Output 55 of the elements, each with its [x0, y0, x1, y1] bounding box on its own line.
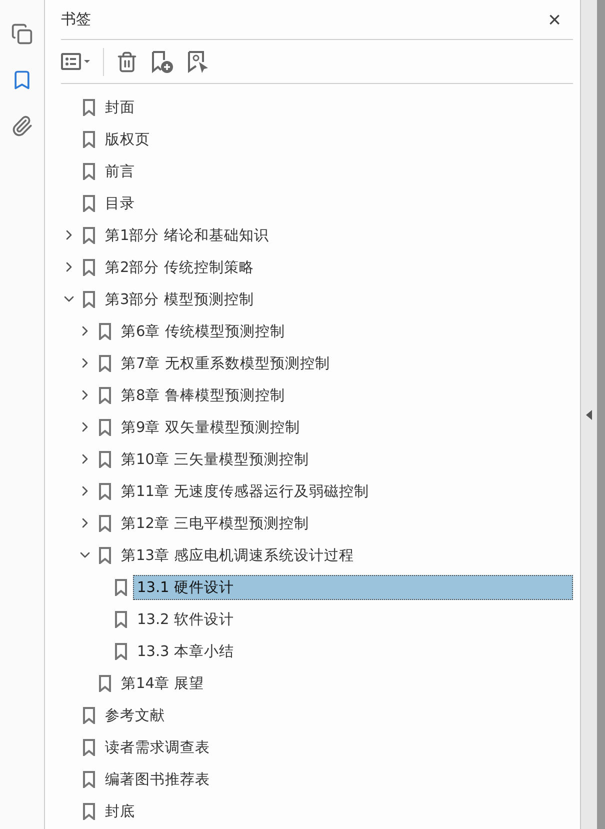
bookmark-item[interactable]: 第8章 鲁棒模型预测控制 [117, 382, 289, 408]
bookmark-item[interactable]: 第3部分 模型预测控制 [101, 286, 258, 312]
bookmark-icon [99, 450, 111, 468]
bookmark-icon [83, 226, 95, 244]
bookmark-item[interactable]: 第13章 感应电机调速系统设计过程 [117, 542, 358, 568]
bookmark-item[interactable]: 编著图书推荐表 [101, 766, 214, 792]
bookmark-icon [83, 162, 95, 180]
find-bookmark-button[interactable] [186, 50, 210, 74]
bookmark-icon [83, 738, 95, 756]
bookmark-item[interactable]: 第12章 三电平模型预测控制 [117, 510, 314, 536]
bookmark-item[interactable]: 第2部分 传统控制策略 [101, 254, 258, 280]
pages-icon [11, 23, 33, 45]
paperclip-icon [11, 115, 33, 137]
bookmark-item[interactable]: 封底 [101, 798, 139, 824]
bookmark-icon [99, 482, 111, 500]
collapse-arrow-icon[interactable] [586, 410, 592, 420]
bookmark-icon [99, 514, 111, 532]
bookmark-item[interactable]: 封面 [101, 94, 139, 120]
bookmark-item[interactable]: 第10章 三矢量模型预测控制 [117, 446, 314, 472]
bookmark-icon [83, 802, 95, 820]
bookmark-item[interactable]: 第6章 传统模型预测控制 [117, 318, 289, 344]
bookmark-icon [99, 546, 111, 564]
bookmark-item[interactable]: 版权页 [101, 126, 154, 152]
bookmark-icon [99, 418, 111, 436]
bookmark-icon [83, 706, 95, 724]
bookmark-item[interactable]: 第14章 展望 [117, 670, 208, 696]
bookmark-item[interactable]: 第9章 双矢量模型预测控制 [117, 414, 304, 440]
bookmark-item[interactable]: 第11章 无速度传感器运行及弱磁控制 [117, 478, 374, 504]
options-menu-button[interactable] [61, 52, 91, 72]
bookmark-icon [115, 578, 127, 596]
bookmark-icon [99, 674, 111, 692]
bookmark-icon [83, 98, 95, 116]
panel-title: 书签 [61, 10, 91, 29]
bookmark-icon [99, 354, 111, 372]
bookmark-icon [83, 130, 95, 148]
bookmark-icon [83, 770, 95, 788]
bookmark-icon [83, 194, 95, 212]
delete-button[interactable] [116, 50, 138, 72]
bookmark-item[interactable]: 前言 [101, 158, 139, 184]
bookmark-item[interactable]: 读者需求调查表 [101, 734, 214, 760]
close-button[interactable]: × [536, 8, 573, 30]
bookmark-icon [115, 610, 127, 628]
bookmark-item[interactable]: 13.1 硬件设计 [133, 574, 573, 600]
bookmark-item[interactable]: 第7章 无权重系数模型预测控制 [117, 350, 334, 376]
bookmark-icon [83, 258, 95, 276]
bookmark-item[interactable]: 13.3 本章小结 [133, 638, 238, 664]
bookmark-item[interactable]: 目录 [101, 190, 139, 216]
bookmark-item[interactable]: 参考文献 [101, 702, 169, 728]
add-bookmark-button[interactable] [150, 50, 174, 74]
bookmark-icon [83, 290, 95, 308]
bookmark-icon [99, 386, 111, 404]
bookmark-item[interactable]: 13.2 软件设计 [133, 606, 238, 632]
bookmark-item[interactable]: 第1部分 绪论和基础知识 [101, 222, 273, 248]
bookmark-icon [99, 322, 111, 340]
bookmark-icon [115, 642, 127, 660]
